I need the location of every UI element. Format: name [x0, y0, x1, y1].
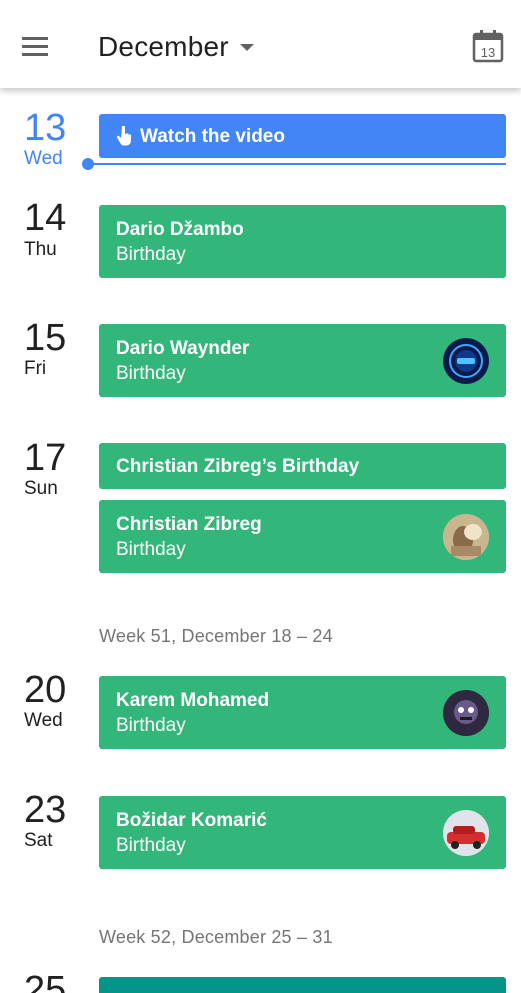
event-subtitle: Birthday	[116, 244, 186, 265]
event-christian-zibreg-birthday-allday[interactable]: Christian Zibreg’s Birthday	[99, 443, 506, 489]
day-name: Sat	[24, 830, 53, 851]
event-title: Božidar Komarić	[116, 810, 267, 831]
avatar	[443, 810, 489, 856]
day-name: Wed	[24, 710, 63, 731]
event-subtitle: Birthday	[116, 363, 186, 384]
day-number: 25	[24, 969, 67, 993]
event-watch-video[interactable]: Watch the video	[99, 114, 506, 158]
event-birthday-dario-waynder[interactable]: Dario Waynder Birthday	[99, 324, 506, 397]
avatar	[443, 338, 489, 384]
event-title: Dario Džambo	[116, 219, 244, 240]
day-number: 23	[24, 789, 67, 831]
current-time-dot	[82, 158, 94, 170]
event-birthday-dario-dzambo[interactable]: Dario Džambo Birthday	[99, 205, 506, 278]
event-partial[interactable]	[99, 977, 506, 993]
avatar	[443, 514, 489, 560]
month-selector[interactable]: December	[98, 27, 259, 67]
event-subtitle: Birthday	[116, 539, 186, 560]
day-number: 17	[24, 437, 67, 479]
event-title: Karem Mohamed	[116, 690, 270, 711]
day-name: Sun	[24, 478, 58, 499]
calendar-today-icon: 13	[472, 30, 504, 63]
current-time-line	[90, 163, 506, 165]
day-name: Fri	[24, 358, 47, 379]
today-button[interactable]: 13	[466, 24, 510, 68]
avatar	[443, 690, 489, 736]
event-title: Watch the video	[140, 126, 285, 147]
event-birthday-bozidar-komaric[interactable]: Božidar Komarić Birthday	[99, 796, 506, 869]
month-title: December	[98, 31, 229, 62]
day-number: 13	[24, 107, 67, 149]
hand-pointer-icon	[116, 126, 131, 146]
hamburger-menu-icon	[22, 37, 48, 56]
day-number: 20	[24, 669, 67, 711]
week-header: Week 51, December 18 – 24	[99, 626, 333, 646]
day-number: 14	[24, 197, 67, 239]
event-subtitle: Birthday	[116, 835, 186, 856]
day-name: Wed	[24, 148, 63, 169]
event-title: Christian Zibreg’s Birthday	[116, 456, 360, 477]
event-birthday-karem-mohamed[interactable]: Karem Mohamed Birthday	[99, 676, 506, 749]
event-title: Christian Zibreg	[116, 514, 262, 535]
event-birthday-christian-zibreg[interactable]: Christian Zibreg Birthday	[99, 500, 506, 573]
caret-down-icon	[239, 44, 254, 51]
day-name: Thu	[24, 239, 57, 260]
app-bar: December 13	[0, 0, 521, 88]
day-number: 15	[24, 317, 67, 359]
event-title: Dario Waynder	[116, 338, 250, 359]
week-header: Week 52, December 25 – 31	[99, 927, 333, 947]
menu-button[interactable]	[14, 24, 58, 68]
event-subtitle: Birthday	[116, 715, 186, 736]
svg-text:13: 13	[481, 45, 495, 60]
